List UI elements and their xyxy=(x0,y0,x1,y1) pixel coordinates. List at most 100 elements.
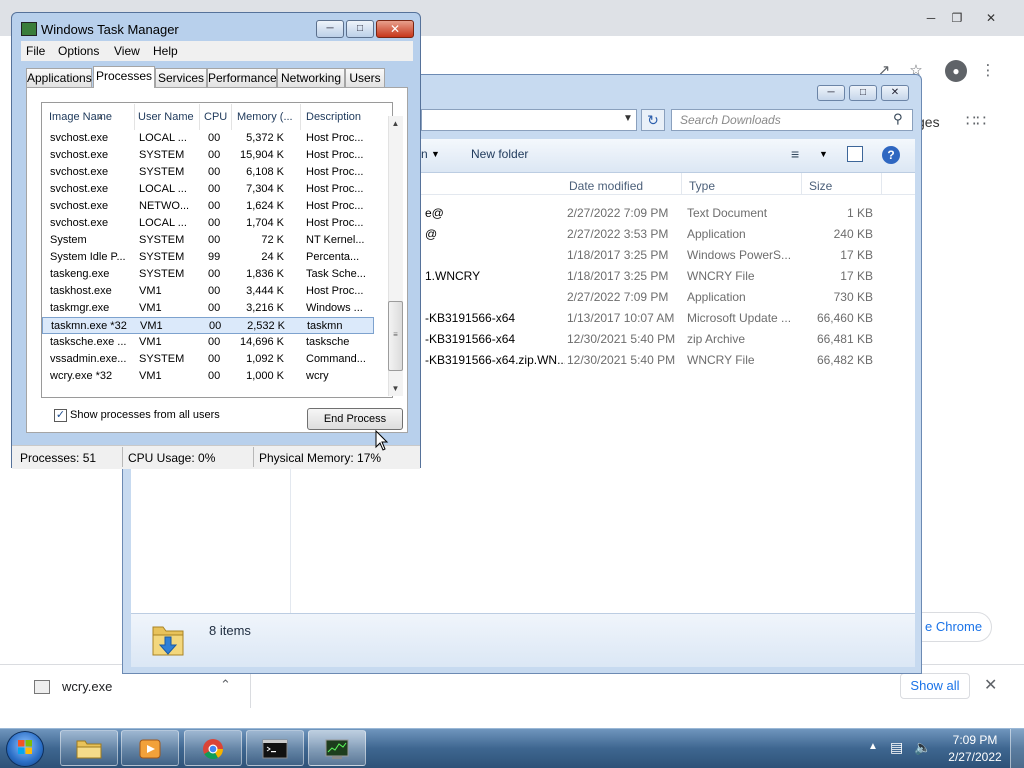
column-image-name[interactable]: Image Name xyxy=(49,111,131,123)
tab-performance[interactable]: Performance xyxy=(207,68,277,87)
scroll-down-arrow-icon[interactable]: ▼ xyxy=(388,381,403,396)
process-row[interactable]: svchost.exe LOCAL ... 00 5,372 K Host Proc..… xyxy=(42,130,374,147)
file-row[interactable]: -KB3191566-x64 1/13/2017 10:07 AM Micros… xyxy=(425,311,885,332)
minimize-button[interactable]: ─ xyxy=(316,20,344,38)
process-row[interactable]: taskmn.exe *32 VM1 00 2,532 K taskmn xyxy=(42,317,374,334)
process-row[interactable]: svchost.exe LOCAL ... 00 7,304 K Host Proc..… xyxy=(42,181,374,198)
new-folder-button[interactable]: New folder xyxy=(471,147,528,161)
clock-date[interactable]: 2/27/2022 xyxy=(944,750,1006,764)
volume-icon[interactable]: 🔈 xyxy=(914,739,931,756)
google-apps-icon[interactable]: ∷∷ xyxy=(964,110,988,134)
show-desktop-button[interactable] xyxy=(1010,729,1024,768)
process-row[interactable]: taskhost.exe VM1 00 3,444 K Host Proc... xyxy=(42,283,374,300)
column-memory[interactable]: Memory (... xyxy=(237,111,299,123)
views-icon[interactable]: ≡ xyxy=(791,146,799,162)
chevron-up-icon[interactable]: ⌃ xyxy=(220,677,231,693)
process-user-name: VM1 xyxy=(140,320,163,332)
process-row[interactable]: svchost.exe NETWO... 00 1,624 K Host Proc... xyxy=(42,198,374,215)
chrome-minimize-button[interactable]: ─ xyxy=(918,9,944,27)
chrome-menu-icon[interactable]: ⋮ xyxy=(977,60,999,82)
chrome-icon xyxy=(203,739,224,760)
process-row[interactable]: svchost.exe LOCAL ... 00 1,704 K Host Proc..… xyxy=(42,215,374,232)
help-icon[interactable]: ? xyxy=(882,146,900,164)
show-all-users-checkbox[interactable]: ✓ xyxy=(54,409,67,422)
file-name: -KB3191566-x64 xyxy=(425,332,516,346)
menu-file[interactable]: File xyxy=(26,44,45,58)
tab-services[interactable]: Services xyxy=(155,68,207,87)
file-name: @ xyxy=(425,227,438,241)
column-user-name[interactable]: User Name xyxy=(138,111,196,123)
show-all-users-label[interactable]: Show processes from all users xyxy=(70,409,220,421)
process-user-name: NETWO... xyxy=(139,200,190,212)
column-date-modified[interactable]: Date modified xyxy=(569,179,643,193)
network-icon[interactable]: ▤ xyxy=(890,739,903,756)
process-user-name: SYSTEM xyxy=(139,234,185,246)
explorer-minimize-button[interactable]: ─ xyxy=(817,85,845,101)
column-description[interactable]: Description xyxy=(306,111,376,123)
process-user-name: VM1 xyxy=(139,302,162,314)
file-date: 1/18/2017 3:25 PM xyxy=(567,248,669,262)
chrome-maximize-button[interactable]: ❐ xyxy=(944,9,970,27)
file-row[interactable]: 1/18/2017 3:25 PM Windows PowerS... 17 K… xyxy=(425,248,885,269)
explorer-maximize-button[interactable]: □ xyxy=(849,85,877,101)
process-row[interactable]: wcry.exe *32 VM1 00 1,000 K wcry xyxy=(42,368,374,385)
refresh-icon[interactable]: ↻ xyxy=(641,109,665,131)
search-input[interactable]: Search Downloads xyxy=(671,109,913,131)
process-row[interactable]: System SYSTEM 00 72 K NT Kernel... xyxy=(42,232,374,249)
column-separator xyxy=(300,104,301,130)
status-physical-memory: Physical Memory: 17% xyxy=(259,451,382,465)
show-all-downloads-button[interactable]: Show all xyxy=(900,673,970,699)
process-user-name: SYSTEM xyxy=(139,251,185,263)
tab-users[interactable]: Users xyxy=(345,68,385,87)
menu-options[interactable]: Options xyxy=(58,44,99,58)
tab-applications[interactable]: Applications xyxy=(26,68,92,87)
chevron-down-icon[interactable]: ▼ xyxy=(623,113,633,124)
process-row[interactable]: vssadmin.exe... SYSTEM 00 1,092 K Command... xyxy=(42,351,374,368)
file-row[interactable]: 1.WNCRY 1/18/2017 3:25 PM WNCRY File 17 … xyxy=(425,269,885,290)
chrome-close-button[interactable]: ✕ xyxy=(978,9,1004,27)
search-icon[interactable]: ⚲ xyxy=(893,111,903,127)
maximize-button[interactable]: □ xyxy=(346,20,374,38)
process-image-name: tasksche.exe ... xyxy=(50,336,127,348)
profile-avatar[interactable]: ● xyxy=(945,60,967,82)
clock-time[interactable]: 7:09 PM xyxy=(950,733,1000,747)
process-row[interactable]: System Idle P... SYSTEM 99 24 K Percenta... xyxy=(42,249,374,266)
process-row[interactable]: svchost.exe SYSTEM 00 6,108 K Host Proc... xyxy=(42,164,374,181)
scrollbar-thumb[interactable]: ≡ xyxy=(388,301,403,371)
process-user-name: VM1 xyxy=(139,336,162,348)
scroll-up-arrow-icon[interactable]: ▲ xyxy=(388,116,403,131)
column-size[interactable]: Size xyxy=(809,179,832,193)
process-memory: 1,624 K xyxy=(246,200,284,212)
close-button[interactable]: ✕ xyxy=(376,20,414,38)
column-cpu[interactable]: CPU xyxy=(204,111,230,123)
process-description: taskmn xyxy=(307,320,343,332)
column-type[interactable]: Type xyxy=(689,179,715,193)
file-row[interactable]: e@ 2/27/2022 7:09 PM Text Document 1 KB xyxy=(425,206,885,227)
process-row[interactable]: tasksche.exe ... VM1 00 14,696 K tasksche xyxy=(42,334,374,351)
address-bar[interactable] xyxy=(421,109,637,131)
menu-view[interactable]: View xyxy=(114,44,140,58)
process-row[interactable]: svchost.exe SYSTEM 00 15,904 K Host Proc... xyxy=(42,147,374,164)
explorer-close-button[interactable]: ✕ xyxy=(881,85,909,101)
file-row[interactable]: @ 2/27/2022 3:53 PM Application 240 KB xyxy=(425,227,885,248)
show-hidden-icons-arrow-icon[interactable]: ▲ xyxy=(868,741,878,752)
end-process-button[interactable]: End Process xyxy=(307,408,403,430)
file-date: 2/27/2022 3:53 PM xyxy=(567,227,669,241)
process-cpu: 00 xyxy=(208,285,221,297)
preview-pane-icon[interactable] xyxy=(847,146,863,162)
organize-button-fragment[interactable]: n xyxy=(421,147,428,161)
download-filename[interactable]: wcry.exe xyxy=(62,679,112,694)
process-row[interactable]: taskmgr.exe VM1 00 3,216 K Windows ... xyxy=(42,300,374,317)
file-row[interactable]: -KB3191566-x64.zip.WN... 12/30/2021 5:40… xyxy=(425,353,885,374)
close-icon[interactable]: ✕ xyxy=(984,675,997,695)
file-date: 1/13/2017 10:07 AM xyxy=(567,311,675,325)
tab-networking[interactable]: Networking xyxy=(277,68,345,87)
file-row[interactable]: 2/27/2022 7:09 PM Application 730 KB xyxy=(425,290,885,311)
chevron-down-icon[interactable]: ▼ xyxy=(819,149,828,159)
process-row[interactable]: taskeng.exe SYSTEM 00 1,836 K Task Sche... xyxy=(42,266,374,283)
menu-help[interactable]: Help xyxy=(153,44,178,58)
tab-processes[interactable]: Processes xyxy=(93,66,155,88)
chevron-down-icon[interactable]: ▼ xyxy=(431,149,440,159)
file-row[interactable]: -KB3191566-x64 12/30/2021 5:40 PM zip Ar… xyxy=(425,332,885,353)
column-separator xyxy=(681,173,682,195)
